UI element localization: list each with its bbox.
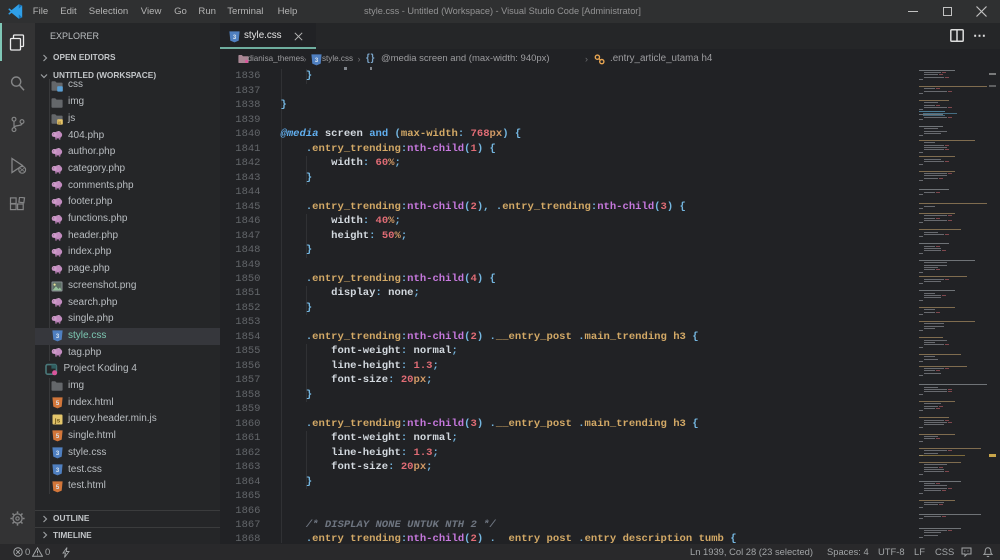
svg-text:js: js xyxy=(53,418,60,425)
svg-text:js: js xyxy=(57,120,62,125)
